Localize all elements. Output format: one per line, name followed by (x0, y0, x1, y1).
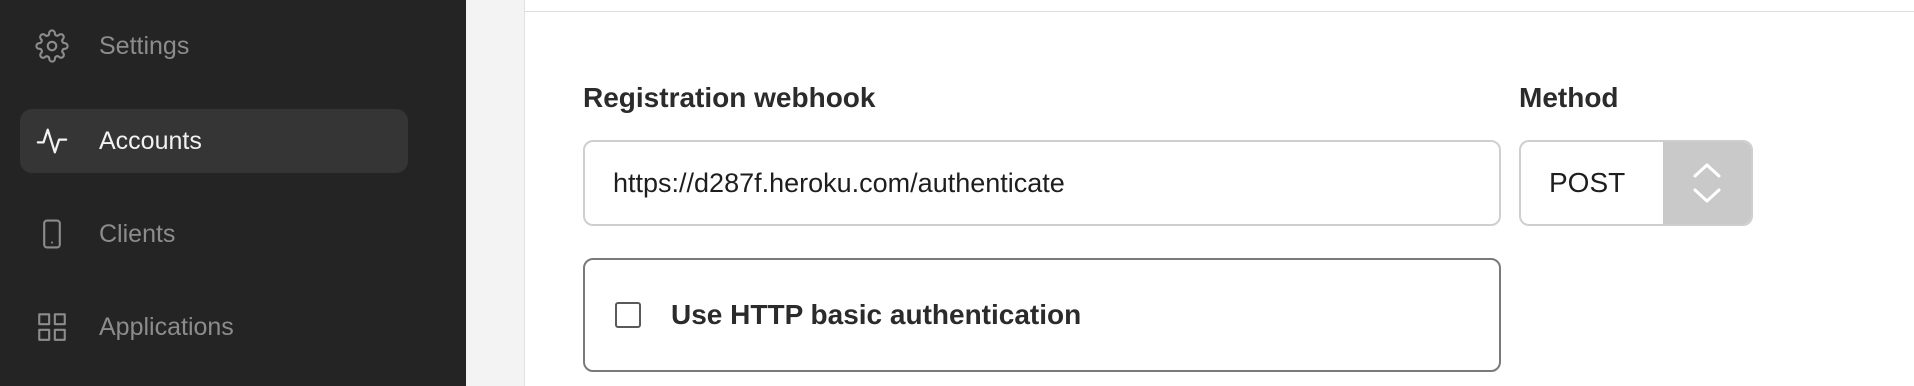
chevron-up-down-icon (1693, 163, 1721, 203)
gear-icon (32, 26, 72, 66)
webhook-url-input[interactable] (583, 140, 1501, 226)
sidebar-item-settings[interactable]: Settings (20, 14, 408, 78)
basic-auth-label: Use HTTP basic authentication (671, 299, 1082, 330)
basic-auth-checkbox[interactable] (615, 302, 641, 328)
panel-divider (525, 11, 1914, 12)
webhook-label: Registration webhook (583, 82, 876, 113)
sidebar-item-applications[interactable]: Applications (20, 295, 408, 359)
sidebar-item-clients[interactable]: Clients (20, 202, 408, 266)
method-select[interactable]: POST (1519, 140, 1753, 226)
sidebar: Settings Accounts Clients Applications (0, 0, 466, 386)
method-value: POST (1549, 167, 1626, 198)
sidebar-item-accounts[interactable]: Accounts (20, 109, 408, 173)
basic-auth-option[interactable]: Use HTTP basic authentication (583, 258, 1501, 372)
select-stepper[interactable] (1663, 142, 1751, 224)
sidebar-item-label: Applications (99, 312, 234, 341)
method-label: Method (1519, 82, 1619, 113)
webhook-settings-panel: Registration webhook Method POST Use HTT… (524, 0, 1914, 386)
activity-icon (32, 121, 72, 161)
sidebar-item-label: Clients (99, 219, 176, 248)
sidebar-item-label: Accounts (99, 126, 202, 155)
phone-icon (32, 214, 72, 254)
grid-icon (32, 307, 72, 347)
sidebar-item-label: Settings (99, 31, 190, 60)
